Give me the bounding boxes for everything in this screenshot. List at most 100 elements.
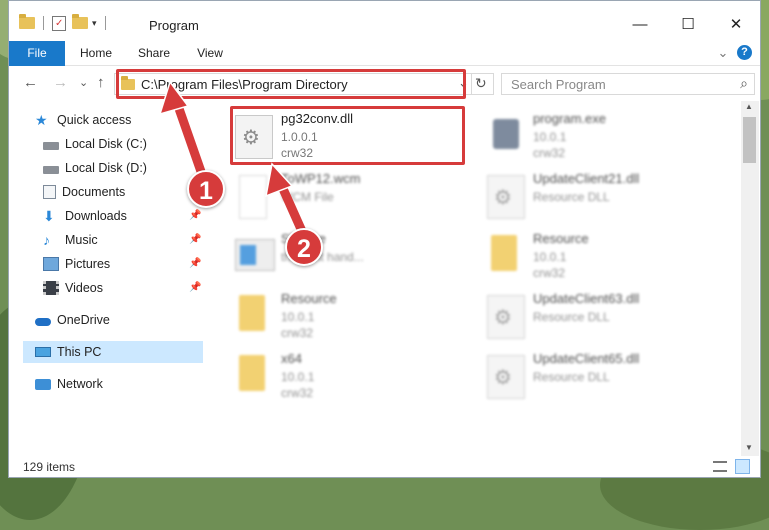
- file-name: UpdateClient65.dll: [533, 351, 640, 366]
- scroll-up-icon[interactable]: ▲: [745, 102, 753, 111]
- forward-button[interactable]: →: [53, 74, 68, 91]
- pin-icon[interactable]: 📌: [189, 253, 201, 275]
- customize-toolbar-icon[interactable]: ▾: [92, 18, 97, 29]
- file-company: crw32: [533, 146, 566, 160]
- folder-icon[interactable]: [19, 14, 35, 29]
- file-company: crw32: [533, 266, 566, 280]
- sidebar-item-videos[interactable]: Videos 📌: [43, 277, 213, 299]
- pin-icon[interactable]: 📌: [189, 205, 201, 227]
- dll-gear-icon: ⚙: [487, 355, 525, 399]
- file-item-resource-folder[interactable]: Resource 10.0.1 crw32: [483, 229, 723, 283]
- exe-icon: [493, 119, 519, 149]
- address-divider: [471, 74, 472, 94]
- sidebar-item-label: Music: [65, 233, 98, 247]
- minimize-button[interactable]: —: [617, 11, 663, 39]
- recent-locations-button[interactable]: ⌄: [79, 76, 88, 89]
- folder-icon: [491, 235, 517, 271]
- file-item-program-exe[interactable]: program.exe 10.0.1 crw32: [483, 109, 723, 163]
- documents-icon: [43, 185, 56, 199]
- drive-icon: [43, 141, 59, 150]
- sidebar-item-downloads[interactable]: ⬇ Downloads 📌: [43, 205, 213, 227]
- properties-icon[interactable]: ✓: [52, 15, 66, 31]
- tiles-view-icon[interactable]: [735, 459, 750, 474]
- sidebar-item-quick-access[interactable]: ★ Quick access: [35, 109, 131, 131]
- app-window-icon: [235, 239, 275, 271]
- maximize-button[interactable]: ☐: [665, 11, 711, 39]
- tab-share[interactable]: Share: [129, 41, 179, 65]
- step-1-badge: 1: [187, 170, 225, 208]
- explorer-window: ✓ ▾ Program — ☐ ✕ File Home Share View ⌄…: [8, 0, 761, 478]
- file-version: 10.0.1: [281, 310, 315, 324]
- file-type: Resource DLL: [533, 190, 610, 204]
- file-version: 10.0.1: [281, 370, 315, 384]
- quick-access-toolbar: ✓ ▾: [19, 14, 114, 32]
- file-item-updateclient65-dll[interactable]: ⚙ UpdateClient65.dll Resource DLL: [483, 349, 723, 403]
- sidebar-item-documents[interactable]: Documents: [43, 181, 125, 203]
- pin-icon[interactable]: 📌: [189, 277, 201, 299]
- file-item-updateclient21-dll[interactable]: ⚙ UpdateClient21.dll Resource DLL: [483, 169, 723, 223]
- refresh-icon[interactable]: ↻: [475, 75, 487, 92]
- sidebar-item-this-pc[interactable]: This PC: [23, 341, 203, 363]
- network-icon: [35, 378, 51, 390]
- music-icon: ♪: [43, 232, 50, 248]
- file-item-x64-folder[interactable]: x64 10.0.1 crw32: [231, 349, 471, 403]
- tab-view[interactable]: View: [185, 41, 235, 65]
- search-input[interactable]: Search Program: [511, 77, 606, 92]
- file-item-updateclient63-dll[interactable]: ⚙ UpdateClient63.dll Resource DLL: [483, 289, 723, 343]
- star-icon: ★: [35, 112, 48, 128]
- expand-ribbon-icon[interactable]: ⌄: [715, 41, 731, 65]
- file-version: 10.0.1: [533, 250, 567, 264]
- pin-icon[interactable]: 📌: [189, 229, 201, 251]
- videos-icon: [43, 281, 59, 295]
- details-view-icon[interactable]: [713, 461, 727, 472]
- sidebar-item-onedrive[interactable]: OneDrive: [35, 309, 110, 331]
- sidebar-item-local-disk-d[interactable]: Local Disk (D:): [43, 157, 147, 179]
- up-button[interactable]: ↑: [97, 74, 105, 91]
- blank-file-icon: [239, 175, 267, 219]
- close-button[interactable]: ✕: [713, 11, 759, 39]
- file-name: UpdateClient63.dll: [533, 291, 640, 306]
- file-company: crw32: [281, 326, 314, 340]
- file-item-resource-folder-2[interactable]: Resource 10.0.1 crw32: [231, 289, 471, 343]
- sidebar-item-network[interactable]: Network: [35, 373, 103, 395]
- item-count: 129 items: [23, 460, 76, 474]
- scroll-down-icon[interactable]: ▼: [745, 443, 753, 452]
- scroll-thumb[interactable]: [743, 117, 756, 163]
- window-title: Program: [149, 18, 199, 33]
- file-type: Resource DLL: [533, 310, 610, 324]
- navigation-bar: ← → ⌄ ↑ C:\Program Files\Program Directo…: [9, 66, 760, 100]
- sidebar-item-local-disk-c[interactable]: Local Disk (C:): [43, 133, 147, 155]
- step-2-badge: 2: [285, 228, 323, 266]
- sidebar-item-label: Network: [57, 377, 103, 391]
- pictures-icon: [43, 257, 59, 271]
- dll-gear-icon: ⚙: [487, 175, 525, 219]
- tab-home[interactable]: Home: [71, 41, 121, 65]
- vertical-scrollbar[interactable]: ▲ ▼: [741, 101, 759, 456]
- sidebar-item-music[interactable]: ♪ Music 📌: [43, 229, 213, 251]
- file-type: WCM File: [281, 190, 334, 204]
- search-icon[interactable]: ⌕: [740, 75, 748, 92]
- sidebar-item-label: Pictures: [65, 257, 111, 271]
- file-item-towp12-wcm[interactable]: ToWP12.wcm WCM File: [231, 169, 471, 223]
- help-icon[interactable]: ?: [737, 45, 752, 60]
- back-button[interactable]: ←: [23, 74, 38, 91]
- navigation-pane: ★ Quick access Local Disk (C:) Local Dis…: [9, 101, 206, 456]
- file-name: ToWP12.wcm: [281, 171, 361, 186]
- folder-icon: [239, 295, 265, 331]
- toolbar-divider: [43, 16, 44, 30]
- cloud-icon: [35, 317, 51, 326]
- highlight-file-box: [230, 106, 465, 165]
- file-name: x64: [281, 351, 302, 366]
- download-icon: ⬇: [43, 208, 55, 224]
- search-box[interactable]: Search Program ⌕: [501, 73, 755, 95]
- folder-icon: [239, 355, 265, 391]
- sidebar-item-label: Documents: [62, 185, 126, 199]
- new-folder-icon[interactable]: [72, 14, 88, 29]
- dll-gear-icon: ⚙: [487, 295, 525, 339]
- drive-icon: [43, 165, 59, 174]
- sidebar-item-label: Local Disk (C:): [65, 137, 147, 151]
- sidebar-item-label: Downloads: [65, 209, 127, 223]
- file-item-sti-exe[interactable]: STI.exe th event hand...: [231, 229, 471, 283]
- sidebar-item-pictures[interactable]: Pictures 📌: [43, 253, 213, 275]
- file-list: ⚙ pg32conv.dll 1.0.0.1 crw32 program.exe…: [209, 101, 741, 456]
